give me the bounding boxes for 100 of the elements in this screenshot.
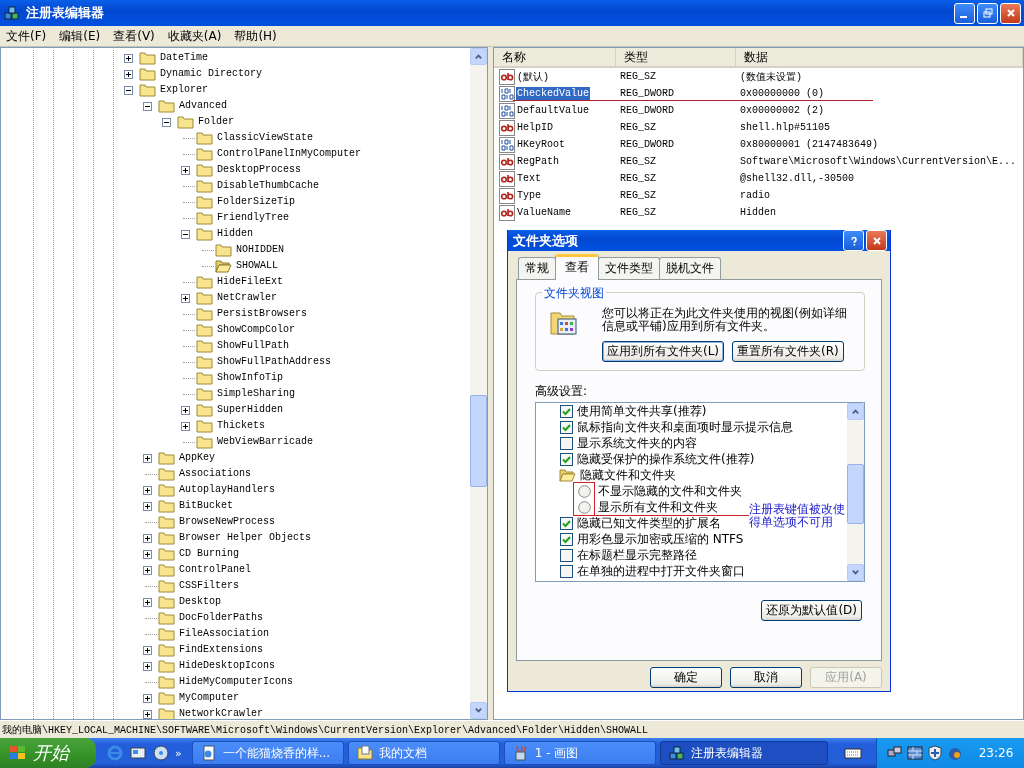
tree-item[interactable]: AppKey [179, 451, 215, 465]
expand-icon[interactable] [143, 661, 152, 671]
tab[interactable]: 常规 [518, 257, 556, 279]
tree-item[interactable]: HideFileExt [217, 275, 283, 289]
radio-button[interactable] [578, 484, 591, 498]
menu-item[interactable]: 编辑(E) [59, 27, 101, 45]
media-disc-icon[interactable] [152, 744, 170, 762]
collapse-icon[interactable] [162, 117, 171, 127]
tree-item[interactable]: SimpleSharing [217, 387, 295, 401]
scroll-up-button[interactable] [847, 403, 864, 420]
tab[interactable]: 查看 [555, 254, 599, 280]
tree-item[interactable]: DisableThumbCache [217, 179, 320, 193]
minimize-button[interactable] [954, 2, 975, 24]
close-button[interactable] [1000, 2, 1021, 24]
close-button[interactable] [866, 230, 887, 251]
value-name[interactable]: RegPath [516, 155, 560, 168]
expand-icon[interactable] [143, 485, 152, 495]
value-name[interactable]: HKeyRoot [516, 138, 566, 151]
expand-icon[interactable] [143, 693, 152, 703]
tree-item[interactable]: Associations [179, 467, 251, 481]
tab[interactable]: 脱机文件 [659, 257, 721, 279]
value-name[interactable]: CheckedValue [516, 87, 590, 100]
expand-icon[interactable] [143, 645, 152, 655]
menu-item[interactable]: 文件(F) [6, 27, 47, 45]
tree-item[interactable]: ShowFullPath [217, 339, 289, 353]
tree-item[interactable]: HideDesktopIcons [179, 659, 275, 673]
tree-item[interactable]: Hidden [217, 227, 253, 241]
scroll-thumb[interactable] [470, 395, 487, 487]
dialog-button[interactable]: 取消 [730, 667, 802, 688]
folder-view-button[interactable]: 重置所有文件夹(R) [732, 341, 844, 362]
tab[interactable]: 文件类型 [598, 257, 660, 279]
tree-item[interactable]: ClassicViewState [217, 131, 313, 145]
tree-item[interactable]: CD Burning [179, 547, 239, 561]
scroll-down-button[interactable] [470, 702, 487, 719]
tree-item[interactable]: ShowInfoTip [217, 371, 283, 385]
tree-item[interactable]: Thickets [217, 419, 265, 433]
tree-item[interactable]: CSSFilters [179, 579, 239, 593]
expand-icon[interactable] [181, 421, 190, 431]
start-button[interactable]: 开始 [0, 738, 96, 768]
tree-item[interactable]: FindExtensions [179, 643, 263, 657]
tree-item[interactable]: PersistBrowsers [217, 307, 307, 321]
tree-item[interactable]: FolderSizeTip [217, 195, 295, 209]
tree-item[interactable]: SHOWALL [236, 259, 278, 273]
tree-item[interactable]: Browser Helper Objects [179, 531, 312, 545]
expand-icon[interactable] [181, 165, 190, 175]
expand-icon[interactable] [143, 565, 152, 575]
tree-item[interactable]: NOHIDDEN [236, 243, 284, 257]
tree-item[interactable]: NetCrawler [217, 291, 277, 305]
tree-item[interactable]: SuperHidden [217, 403, 283, 417]
expand-icon[interactable] [181, 405, 190, 415]
value-name[interactable]: DefaultValue [516, 104, 590, 117]
shield-icon[interactable] [926, 745, 943, 761]
tree-item[interactable]: HideMyComputerIcons [179, 675, 294, 689]
value-name[interactable]: ValueName [516, 206, 572, 219]
taskbar-button[interactable]: 我的文档 [347, 741, 500, 765]
tree-item[interactable]: FileAssociation [179, 627, 269, 641]
taskbar-button[interactable]: 一个能猫烧香的样... [191, 741, 344, 765]
tree-item[interactable]: ControlPanelInMyComputer [217, 147, 362, 161]
keyboard-icon[interactable] [843, 746, 862, 760]
value-name[interactable]: Text [516, 172, 542, 185]
taskbar-button[interactable]: 注册表编辑器 [659, 741, 828, 765]
expand-icon[interactable] [143, 533, 152, 543]
tree-item[interactable]: Desktop [179, 595, 221, 609]
tree-item[interactable]: DateTime [160, 51, 208, 65]
scroll-up-button[interactable] [470, 48, 487, 65]
column-header[interactable]: 类型 [616, 48, 736, 66]
tree-item[interactable]: NetworkCrawler [179, 707, 263, 719]
checkbox[interactable] [560, 436, 573, 450]
checkbox[interactable] [560, 404, 573, 418]
tree-item[interactable]: Dynamic Directory [160, 67, 263, 81]
expand-icon[interactable] [143, 549, 152, 559]
expand-icon[interactable] [143, 709, 152, 719]
taskbar-button[interactable]: 1 - 画图 [503, 741, 656, 765]
scroll-down-button[interactable] [847, 564, 864, 581]
tree-item[interactable]: FriendlyTree [217, 211, 289, 225]
value-name[interactable]: HelpID [516, 121, 554, 134]
help-button[interactable] [843, 230, 864, 251]
value-name[interactable]: Type [516, 189, 542, 202]
collapse-icon[interactable] [124, 85, 133, 95]
value-name[interactable]: (默认) [516, 68, 550, 85]
folder-view-button[interactable]: 应用到所有文件夹(L) [602, 341, 725, 362]
checkbox[interactable] [560, 420, 573, 434]
column-header[interactable]: 数据 [736, 48, 1023, 66]
menu-item[interactable]: 收藏夹(A) [167, 27, 222, 45]
restore-button[interactable] [977, 2, 998, 24]
expand-icon[interactable] [124, 69, 133, 79]
radio-button[interactable] [578, 500, 591, 514]
tree-item[interactable]: Folder [198, 115, 234, 129]
expand-icon[interactable] [181, 293, 190, 303]
tree-item[interactable]: WebViewBarricade [217, 435, 313, 449]
collapse-icon[interactable] [181, 229, 190, 239]
column-header[interactable]: 名称 [494, 48, 616, 66]
menu-item[interactable]: 帮助(H) [234, 27, 277, 45]
tree-item[interactable]: BitBucket [179, 499, 233, 513]
checkbox[interactable] [560, 532, 573, 546]
scrollbar[interactable] [847, 403, 864, 581]
tree-item[interactable]: ControlPanel [179, 563, 251, 577]
expand-icon[interactable] [143, 501, 152, 511]
checkbox[interactable] [560, 548, 573, 562]
checkbox[interactable] [560, 452, 573, 466]
